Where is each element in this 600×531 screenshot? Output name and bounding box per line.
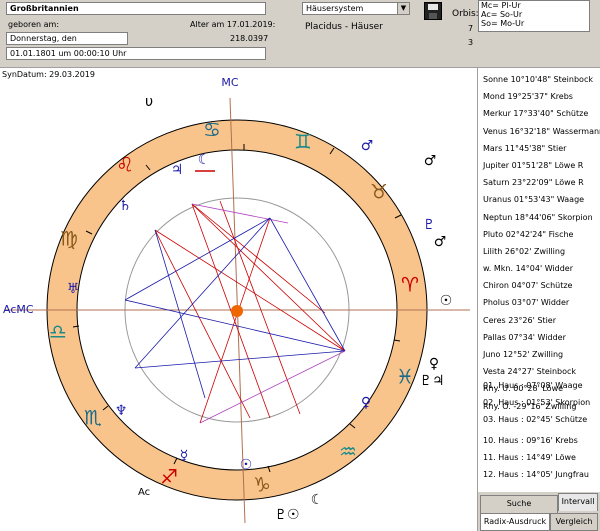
taurus-sign: ♉ <box>370 180 388 204</box>
mercury-glyph-icon: ☿ <box>180 448 189 464</box>
house-cusp-row: 11. Haus : 14°49' Löwe <box>483 453 576 463</box>
orbis-value-2: 3 <box>468 38 474 47</box>
asc-mc-label: AcMC <box>3 303 34 316</box>
house-list-upper: 10. Haus : 09°16' Krebs 11. Haus : 14°49'… <box>483 432 589 484</box>
planet-position-row: Uranus 01°53'43" Waage <box>483 195 585 205</box>
venus-glyph-icon: ♀ <box>361 395 371 411</box>
age-value: 218.0397 <box>230 34 269 43</box>
leo-sign: ♌ <box>116 153 134 177</box>
mars-glyph-icon: ♂ <box>361 138 374 154</box>
aquarius-sign: ♒ <box>339 440 357 464</box>
datetime-field[interactable]: 01.01.1801 um 00:00:10 Uhr <box>6 47 266 60</box>
planet-position-row: Pluto 02°42'24" Fische <box>483 229 574 239</box>
scorpio-sign: ♏ <box>84 406 102 430</box>
sagittarius-sign: ♐ <box>160 465 178 489</box>
planet-position-row: Pallas 07°34' Widder <box>483 332 566 342</box>
planet-position-panel[interactable]: Sonne 10°10'48" Steinbock Mond 19°25'37" … <box>478 68 600 531</box>
house-cusp-row: 10. Haus : 09°16' Krebs <box>483 436 578 445</box>
chevron-down-icon[interactable]: ▼ <box>397 3 409 14</box>
sun-glyph-icon: ☉ <box>240 457 253 473</box>
age-label: Alter am 17.01.2019: <box>190 20 276 29</box>
house-system-name: Placidus - Häuser <box>305 22 383 32</box>
weekday-field[interactable]: Donnerstag, den <box>6 32 128 45</box>
planet-position-row: Sonne 10°10'48" Steinbock <box>483 75 593 84</box>
pisces-sign: ♓ <box>396 365 414 389</box>
orbis-label: Orbis: <box>452 9 479 19</box>
planet-position-row: Neptun 18°44'06" Skorpion <box>483 212 593 222</box>
moon-outer-glyph-icon: ☾ <box>311 492 324 508</box>
house-system-select-value: Häusersystem <box>306 4 364 13</box>
ac-label: Ac <box>138 487 150 498</box>
gemini-sign: ♊ <box>294 130 312 154</box>
house-list-lower: 01. Haus : 07°08' Waage 02. Haus : 01°53'… <box>483 377 590 429</box>
midpoint-item: Ac= So-Ur <box>481 10 523 19</box>
uranus-glyph-icon: ♅ <box>67 281 80 297</box>
planet-position-row: Venus 16°32'18" Wassermann <box>483 126 600 136</box>
sun-center-marker <box>231 305 243 317</box>
cancer-sign: ♋ <box>203 118 221 142</box>
horoscope-chart-area[interactable]: ♈ ♉ ♊ ♋ ♌ ♍ ♎ ♏ ♐ ♑ ♒ ♓ ☾ ♃ ♄ ♂ ♇ ♅ ♆ ☿ … <box>0 68 478 531</box>
orbis-value-1: 7 <box>468 24 474 33</box>
planet-position-row: w. Mkn. 14°04' Widder <box>483 264 574 274</box>
tab-suche[interactable]: Suche <box>480 495 558 513</box>
house-cusp-row: 01. Haus : 07°08' Waage <box>483 381 583 390</box>
chart-info-panel: Großbritannien geboren am: Alter am 17.0… <box>0 0 600 68</box>
transit-glyphs-icon: ♇♃ <box>419 373 444 389</box>
bottom-tabs: Suche Intervall Radix-Ausdruck Vergleich <box>478 492 600 531</box>
saturn-glyph-icon: ♄ <box>119 198 132 214</box>
house-cusp-row: 02. Haus : 01°53' Skorpion <box>483 398 591 408</box>
planet-position-row: Lilith 26°02' Zwilling <box>483 246 566 256</box>
tab-intervall[interactable]: Intervall <box>558 493 598 511</box>
midpoint-list[interactable]: Mc= Pl-Ur Ac= So-Ur So= Mo-Ur <box>478 0 590 32</box>
midpoint-item: Mc= Pl-Ur <box>481 1 521 10</box>
horoscope-wheel[interactable]: ♈ ♉ ♊ ♋ ♌ ♍ ♎ ♏ ♐ ♑ ♒ ♓ ☾ ♃ ♄ ♂ ♇ ♅ ♆ ☿ … <box>0 68 478 531</box>
virgo-sign: ♍ <box>60 227 78 251</box>
planet-position-row: Mond 19°25'37" Krebs <box>483 92 573 102</box>
jupiter-glyph-icon: ♃ <box>171 162 184 178</box>
planet-position-row: Pholus 03°07' Widder <box>483 298 570 308</box>
transit-marker-icon: υ <box>145 94 153 110</box>
midpoint-item: So= Mo-Ur <box>481 19 525 28</box>
capricorn-sign: ♑ <box>253 473 271 497</box>
house-cusp-row: 03. Haus : 02°45' Schütze <box>483 415 588 425</box>
planet-position-row: Merkur 17°33'40" Schütze <box>483 109 589 119</box>
aries-sign: ♈ <box>401 273 419 297</box>
planet-position-row: Ceres 23°26' Stier <box>483 315 557 325</box>
tab-vergleich[interactable]: Vergleich <box>550 513 598 531</box>
transit-neptune-glyph-icon: ♂ <box>434 234 447 250</box>
neptune-glyph-icon: ♆ <box>115 403 128 419</box>
house-cusp-row: 12. Haus : 14°05' Jungfrau <box>483 470 589 480</box>
planet-position-row: Juno 12°52' Zwilling <box>483 350 564 359</box>
planet-position-row: Chiron 04°07' Schütze <box>483 281 573 291</box>
transit-sun-glyph-icon: ♇☉ <box>274 507 299 523</box>
syn-date-label: SynDatum: 29.03.2019 <box>2 70 95 79</box>
planet-position-row: Mars 11°45'38" Stier <box>483 143 567 153</box>
sun-outer-glyph-icon: ☉ <box>440 293 453 309</box>
house-system-select[interactable]: Häusersystem ▼ <box>302 2 410 15</box>
planet-position-row: Saturn 23°22'09" Löwe R <box>483 178 584 188</box>
moon-glyph-icon: ☾ <box>198 152 211 168</box>
save-icon[interactable] <box>424 2 442 20</box>
pluto-glyph-icon: ♇ <box>423 217 436 233</box>
location-field[interactable]: Großbritannien <box>6 2 266 15</box>
mc-label: MC <box>221 76 238 89</box>
planet-position-row: Jupiter 01°51'28" Löwe R <box>483 160 584 170</box>
tab-radix-ausdruck[interactable]: Radix-Ausdruck <box>480 513 550 531</box>
born-label: geboren am: <box>8 20 60 29</box>
planet-list: Sonne 10°10'48" Steinbock Mond 19°25'37" … <box>483 71 600 415</box>
libra-sign: ♎ <box>49 320 67 344</box>
transit-venus-glyph-icon: ♀ <box>429 356 439 372</box>
transit-mars-glyph-icon: ♂ <box>424 153 437 169</box>
